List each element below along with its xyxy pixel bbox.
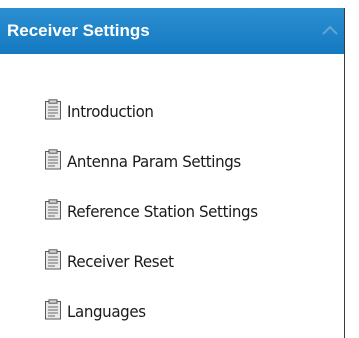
menu-item-label: Languages: [67, 301, 146, 321]
receiver-settings-panel: Receiver Settings Introduction Antenna P…: [0, 8, 345, 338]
document-icon: [45, 98, 61, 119]
menu-item-languages[interactable]: Languages: [44, 298, 151, 324]
menu-item-label: Introduction: [67, 101, 154, 121]
menu-item-label: Receiver Reset: [67, 251, 174, 271]
panel-title: Receiver Settings: [7, 21, 150, 40]
menu-item-receiver-reset[interactable]: Receiver Reset: [44, 248, 180, 274]
menu-item-label: Antenna Param Settings: [67, 151, 241, 171]
document-icon: [45, 148, 61, 169]
menu-item-introduction[interactable]: Introduction: [44, 98, 159, 124]
chevron-up-icon[interactable]: [320, 21, 340, 41]
panel-header[interactable]: Receiver Settings: [0, 8, 344, 54]
menu-item-label: Reference Station Settings: [67, 201, 258, 221]
document-icon: [45, 198, 61, 219]
menu-item-reference-station-settings[interactable]: Reference Station Settings: [44, 198, 270, 224]
menu-item-antenna-param-settings[interactable]: Antenna Param Settings: [44, 148, 252, 174]
document-icon: [45, 298, 61, 319]
document-icon: [45, 248, 61, 269]
